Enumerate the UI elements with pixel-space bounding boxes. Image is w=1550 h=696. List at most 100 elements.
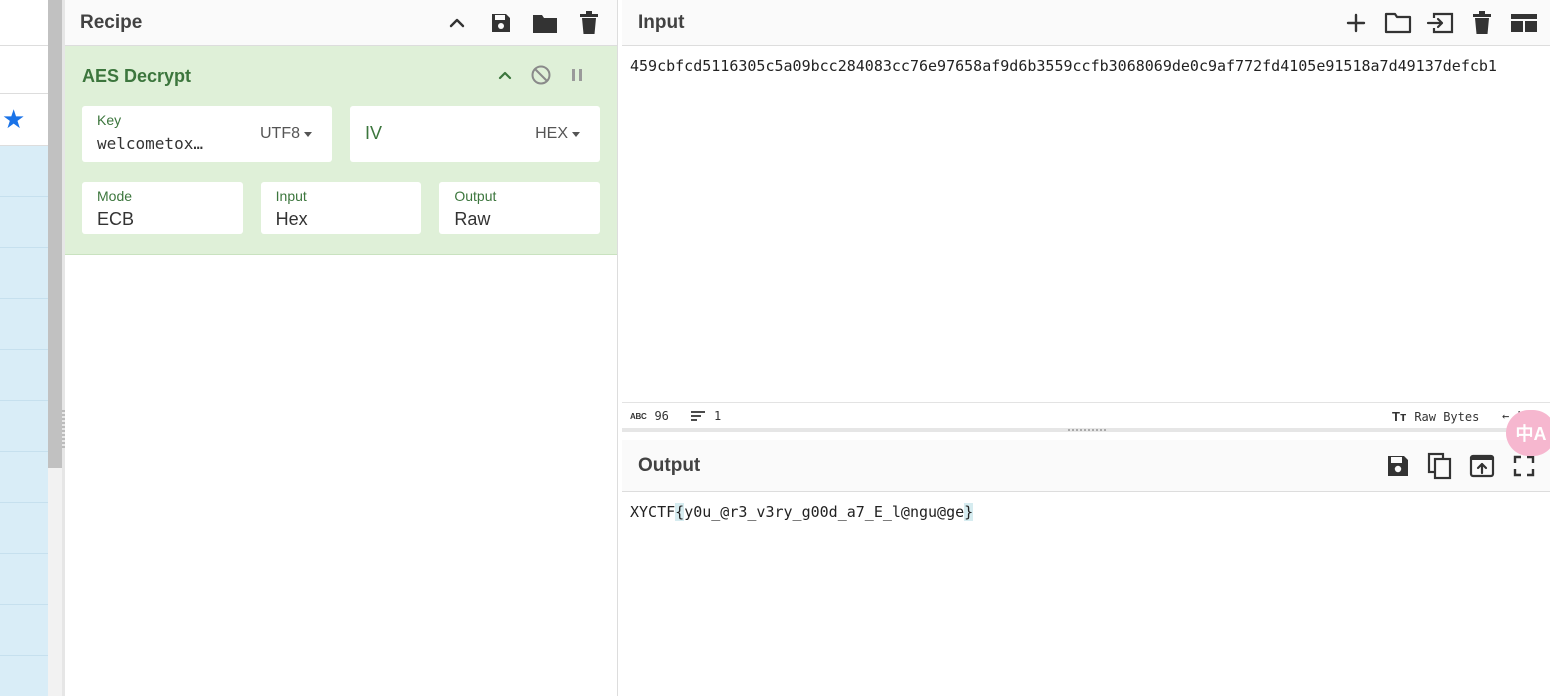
iv-field[interactable]: IV HEX [350,106,600,162]
output-flag-body: y0u_@r3_v3ry_g00d_a7_E_l@ngu@ge [684,503,965,521]
operation-list-item[interactable] [0,656,48,696]
favourites-category[interactable]: ★ [0,94,48,146]
operations-search[interactable] [0,46,48,94]
abc-icon: ABC [630,411,647,421]
output-format-label: Output [454,188,497,204]
operation-title: AES Decrypt [82,65,192,86]
input-length-value: 96 [654,409,669,423]
operation-list-item[interactable] [0,299,48,350]
input-lines-value: 1 [714,409,722,423]
breakpoint-button[interactable] [566,60,588,90]
input-panel: Input 459cbfcd5116305c5a09bcc284083cc76e… [622,0,1550,428]
block-icon [531,65,551,85]
operation-list-item[interactable] [0,401,48,452]
iv-encoding-dropdown[interactable]: HEX [535,125,580,143]
operation-list-item[interactable] [0,197,48,248]
operation-list-item[interactable] [0,503,48,554]
input-format-label: Input [275,188,307,204]
recipe-header: Recipe [65,0,617,46]
operation-title-row: AES Decrypt [82,46,600,106]
disable-operation-button[interactable] [530,60,552,90]
iv-encoding-value: HEX [535,125,568,142]
folder-open-icon [1384,12,1412,34]
output-header: Output [622,440,1550,492]
key-value: welcometox… [97,134,203,153]
input-length-stat: ABC 96 [630,409,669,423]
folder-icon [533,15,557,33]
reset-layout-button[interactable] [1510,9,1538,37]
collapse-all-button[interactable] [443,9,471,37]
replace-input-button[interactable] [1468,452,1496,480]
operations-header [0,0,48,46]
pause-icon [572,69,582,81]
operation-list-item[interactable] [0,452,48,503]
lines-icon [691,411,705,421]
input-encoding-value: Raw Bytes [1414,409,1480,424]
operation-list-item[interactable] [0,350,48,401]
output-textarea[interactable]: XYCTF{y0u_@r3_v3ry_g00d_a7_E_l@ngu@ge} [630,500,974,524]
key-field[interactable]: Key welcometox… UTF8 [82,106,332,162]
chevron-up-icon [449,18,465,28]
recipe-title: Recipe [80,11,143,33]
translate-icon: 中A [1515,424,1547,444]
gutter-grip [1068,429,1108,431]
output-panel: Output XYCTF{y0u_@r3_v3ry_g00d_a7_E_l@ng… [622,440,1550,696]
recipe-panel: Recipe AES Decrypt Key welcometox… UTF8 … [65,0,618,696]
clear-recipe-button[interactable] [575,9,603,37]
save-icon [492,14,510,32]
caret-down-icon [572,132,580,137]
fullscreen-icon [1513,455,1535,477]
output-brace-open: { [675,503,685,521]
input-format-select[interactable]: Input Hex [260,182,422,234]
maximise-output-button[interactable] [1510,452,1538,480]
trash-icon [580,11,598,34]
mode-value: ECB [97,209,135,229]
io-area: Input 459cbfcd5116305c5a09bcc284083cc76e… [622,0,1550,696]
output-format-select[interactable]: Output Raw [439,182,601,234]
save-icon [1388,456,1408,476]
save-recipe-button[interactable] [487,9,515,37]
input-toolbar [1342,0,1538,46]
output-prefix: XYCTF [630,503,676,521]
operations-list [0,146,48,696]
mode-select[interactable]: Mode ECB [82,182,243,234]
input-textarea[interactable]: 459cbfcd5116305c5a09bcc284083cc76e97658a… [630,54,1548,78]
mode-label: Mode [97,188,133,204]
layout-icon [1511,14,1537,32]
add-input-tab-button[interactable] [1342,9,1370,37]
operations-scrollbar[interactable] [48,0,62,696]
output-title: Output [638,454,701,476]
load-recipe-button[interactable] [531,9,559,37]
input-lines-stat: 1 [690,409,721,423]
text-format-icon: Tт [1392,409,1407,424]
key-encoding-value: UTF8 [260,125,300,142]
star-icon: ★ [2,104,26,134]
input-header: Input [622,0,1550,46]
input-format-stat[interactable]: Tт Raw Bytes [1392,409,1479,424]
open-file-button[interactable] [1426,9,1454,37]
plus-icon [1346,13,1366,33]
operation-list-item[interactable] [0,146,48,197]
clear-input-button[interactable] [1468,9,1496,37]
input-status-bar: ABC 96 1 Tт Raw Bytes ← LF [622,402,1550,428]
io-resize-gutter[interactable] [622,428,1550,432]
save-output-button[interactable] [1384,452,1412,480]
caret-down-icon [304,132,312,137]
open-folder-button[interactable] [1384,9,1412,37]
key-encoding-dropdown[interactable]: UTF8 [260,125,312,143]
operation-list-item[interactable] [0,605,48,656]
copy-output-button[interactable] [1426,452,1454,480]
key-iv-row: Key welcometox… UTF8 IV HEX [82,106,600,162]
aes-decrypt-operation: AES Decrypt Key welcometox… UTF8 IV HEX … [65,46,617,255]
cyberchef-app: ★ Recipe AES Decrypt Key welcometox… UTF… [0,0,1550,696]
chevron-up-icon [498,71,512,80]
recipe-toolbar [443,0,603,46]
operation-controls [494,60,588,90]
scrollbar-thumb[interactable] [48,0,62,468]
hide-args-button[interactable] [494,60,516,90]
translate-extension-button[interactable]: 中A [1506,410,1550,456]
operation-list-item[interactable] [0,554,48,605]
input-title: Input [638,11,685,33]
output-format-value: Raw [454,209,491,229]
operation-list-item[interactable] [0,248,48,299]
